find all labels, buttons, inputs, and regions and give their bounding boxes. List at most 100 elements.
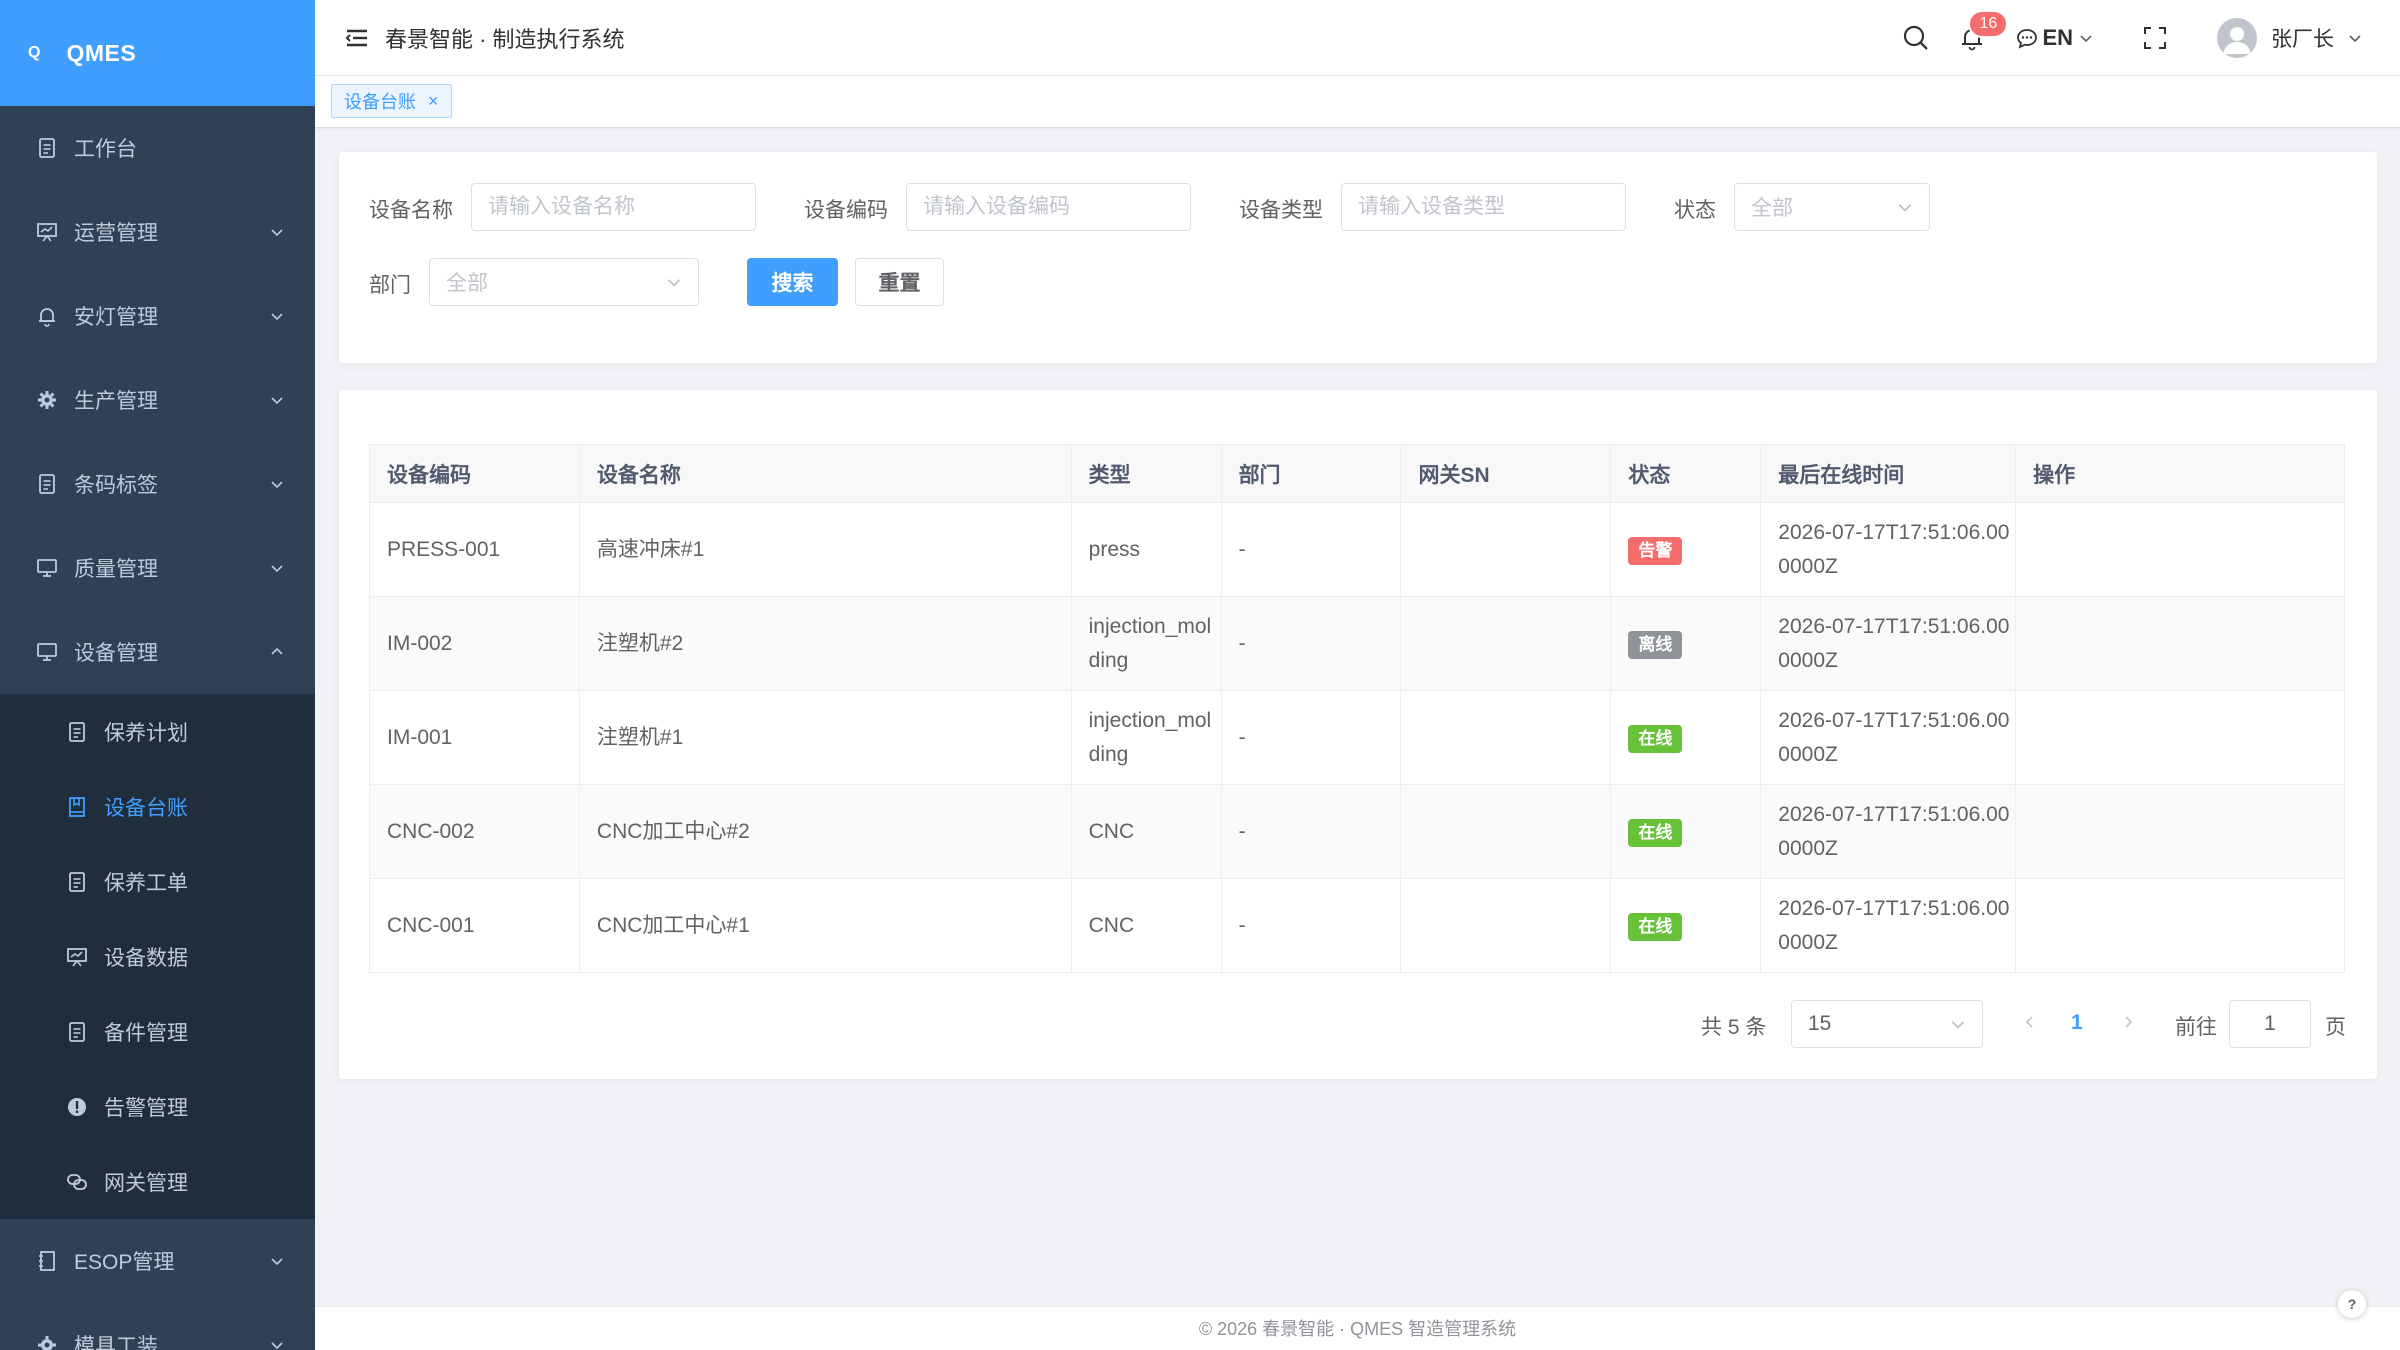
warning-icon — [64, 1094, 90, 1120]
chevron-down-icon — [269, 1253, 285, 1269]
pagination-total: 共 5 条 — [1701, 1016, 1767, 1039]
table-row[interactable]: CNC-002 CNC加工中心#2 CNC - 在线 2026-07-17T17… — [369, 784, 2345, 879]
cell-gateway-sn — [1400, 502, 1612, 597]
sidebar-subitem-alarms[interactable]: 告警管理 — [0, 1069, 315, 1144]
logo-mark: Q — [28, 44, 41, 61]
cell-actions — [2015, 878, 2345, 973]
column-header[interactable]: 网关SN — [1400, 444, 1612, 503]
sidebar-subitem-equipment-ledger[interactable]: 设备台账 — [0, 769, 315, 844]
column-header[interactable]: 最后在线时间 — [1760, 444, 2017, 503]
table-row[interactable]: PRESS-001 高速冲床#1 press - 告警 2026-07-17T1… — [369, 502, 2345, 597]
sidebar-subitem-label: 保养工单 — [104, 871, 188, 895]
footer: © 2026 春景智能 · QMES 智造管理系统 — [315, 1306, 2400, 1350]
column-header[interactable]: 设备编码 — [369, 444, 580, 503]
column-header[interactable]: 设备名称 — [579, 444, 1072, 503]
page-suffix: 页 — [2325, 1016, 2346, 1039]
sidebar-item-workbench[interactable]: 工作台 — [0, 106, 315, 190]
sidebar-subitem-spare-parts[interactable]: 备件管理 — [0, 994, 315, 1069]
monitor-icon — [34, 555, 60, 581]
sidebar-subitem-label: 网关管理 — [104, 1171, 188, 1195]
goto-page-input[interactable] — [2229, 1000, 2311, 1048]
reset-button[interactable]: 重置 — [855, 258, 944, 306]
department-select-value: 全部 — [446, 272, 488, 295]
column-header[interactable]: 部门 — [1221, 444, 1402, 503]
cell-last-online: 2026-07-17T17:51:06.000000Z — [1760, 502, 2017, 597]
search-form: 设备名称 设备编码 设备类型 状态 全部 部门 全部 搜索 重置 — [339, 152, 2377, 363]
fullscreen-icon[interactable] — [2137, 20, 2173, 56]
equipment-type-input[interactable] — [1341, 183, 1626, 231]
chat-icon — [2017, 28, 2038, 49]
sidebar-item-barcode[interactable]: 条码标签 — [0, 442, 315, 526]
department-select[interactable]: 全部 — [429, 258, 699, 306]
tag-equipment-ledger[interactable]: 设备台账 × — [331, 84, 452, 118]
chevron-down-icon — [269, 308, 285, 324]
prev-page-button[interactable] — [2023, 1009, 2037, 1035]
sidebar-item-production[interactable]: 生产管理 — [0, 358, 315, 442]
chevron-down-icon — [269, 392, 285, 408]
logo[interactable]: Q QMES — [0, 0, 315, 106]
sidebar-item-operations[interactable]: 运营管理 — [0, 190, 315, 274]
sidebar-subitem-label: 保养计划 — [104, 721, 188, 745]
cell-status: 在线 — [1610, 878, 1762, 973]
sidebar-subitem-maintenance-plan[interactable]: 保养计划 — [0, 694, 315, 769]
cell-status: 在线 — [1610, 784, 1762, 879]
sidebar-item-andon[interactable]: 安灯管理 — [0, 274, 315, 358]
cell-gateway-sn — [1400, 690, 1612, 785]
table-header-row: 设备编码 设备名称 类型 部门 网关SN 状态 最后在线时间 操作 — [369, 444, 2345, 503]
notification-button[interactable]: 16 — [1954, 9, 2009, 56]
document-icon — [64, 1019, 90, 1045]
chevron-down-icon — [269, 560, 285, 576]
page-size-select[interactable]: 15 — [1791, 1000, 1983, 1048]
chevron-down-icon — [269, 476, 285, 492]
hamburger-icon[interactable] — [343, 24, 371, 52]
table-row[interactable]: CNC-001 CNC加工中心#1 CNC - 在线 2026-07-17T17… — [369, 878, 2345, 973]
equipment-code-input[interactable] — [906, 183, 1191, 231]
cell-dept: - — [1221, 690, 1402, 785]
equipment-type-label: 设备类型 — [1239, 199, 1323, 222]
logo-text: QMES — [66, 39, 137, 66]
sidebar-item-equipment[interactable]: 设备管理 — [0, 610, 315, 694]
equipment-table-card: 设备编码 设备名称 类型 部门 网关SN 状态 最后在线时间 操作 PRESS-… — [339, 390, 2377, 1079]
column-header[interactable]: 操作 — [2015, 444, 2345, 503]
user-menu[interactable]: 张厂长 — [2217, 17, 2362, 58]
cell-code: IM-001 — [369, 690, 580, 785]
table-row[interactable]: IM-002 注塑机#2 injection_molding - 离线 2026… — [369, 596, 2345, 691]
search-icon[interactable] — [1898, 20, 1934, 56]
cell-status: 在线 — [1610, 690, 1762, 785]
bell-icon — [34, 303, 60, 329]
cell-code: CNC-002 — [369, 784, 580, 879]
cell-actions — [2015, 596, 2345, 691]
sidebar-subitem-label: 备件管理 — [104, 1021, 188, 1045]
cell-gateway-sn — [1400, 596, 1612, 691]
cell-dept: - — [1221, 784, 1402, 879]
chevron-down-icon — [1951, 1021, 1965, 1029]
sidebar-subitem-equipment-data[interactable]: 设备数据 — [0, 919, 315, 994]
cell-name: 注塑机#1 — [579, 690, 1072, 785]
page-number-current[interactable]: 1 — [2071, 1011, 2083, 1035]
notebook-icon — [64, 794, 90, 820]
column-header[interactable]: 状态 — [1610, 444, 1762, 503]
sidebar-subitem-gateways[interactable]: 网关管理 — [0, 1144, 315, 1219]
sidebar-subitem-label: 设备台账 — [104, 796, 188, 820]
chevron-down-icon — [1898, 204, 1912, 212]
close-icon[interactable]: × — [428, 91, 439, 112]
header-actions: 16 EN 张厂长 — [1898, 0, 2400, 75]
column-header[interactable]: 类型 — [1071, 444, 1222, 503]
equipment-name-input[interactable] — [471, 183, 756, 231]
chevron-down-icon — [667, 279, 681, 287]
sidebar-subitem-maintenance-order[interactable]: 保养工单 — [0, 844, 315, 919]
status-badge: 在线 — [1628, 724, 1683, 753]
document-icon — [34, 471, 60, 497]
next-page-button[interactable] — [2121, 1009, 2135, 1035]
help-button[interactable]: ? — [2338, 1290, 2366, 1318]
sidebar-item-molds[interactable]: 模具工装 — [0, 1303, 315, 1350]
sidebar-item-esop[interactable]: ESOP管理 — [0, 1219, 315, 1303]
cell-gateway-sn — [1400, 784, 1612, 879]
language-switcher[interactable]: EN — [2016, 25, 2093, 51]
sidebar-item-quality[interactable]: 质量管理 — [0, 526, 315, 610]
status-select[interactable]: 全部 — [1734, 183, 1930, 231]
presentation-icon — [64, 944, 90, 970]
search-button[interactable]: 搜索 — [747, 258, 838, 306]
gear-icon — [34, 387, 60, 413]
table-row[interactable]: IM-001 注塑机#1 injection_molding - 在线 2026… — [369, 690, 2345, 785]
